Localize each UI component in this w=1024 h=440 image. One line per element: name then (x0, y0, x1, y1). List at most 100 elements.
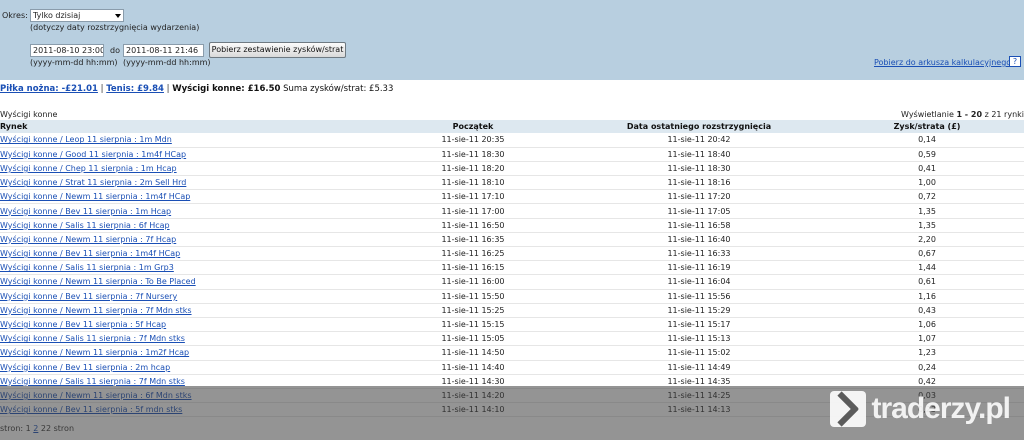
total-value: £5.33 (369, 84, 394, 94)
profit-loss-cell: 0,61 (830, 274, 1024, 290)
market-cell: Wyścigi konne / Leop 11 sierpnia : 1m Md… (0, 133, 378, 148)
table-row: Wyścigi konne / Good 11 sierpnia : 1m4f … (0, 147, 1024, 162)
market-link[interactable]: Wyścigi konne / Salis 11 sierpnia : 7f M… (0, 377, 185, 386)
start-cell: 11-sie-11 15:25 (378, 303, 568, 318)
settled-cell: 11-sie-11 18:40 (568, 147, 830, 162)
results-count: Wyświetlanie 1 - 20 z 21 rynki (901, 110, 1024, 119)
market-link[interactable]: Wyścigi konne / Bev 11 sierpnia : 1m4f H… (0, 249, 180, 258)
profit-loss-cell: 0,42 (830, 374, 1024, 389)
help-icon[interactable]: ? (1009, 56, 1021, 67)
start-cell: 11-sie-11 18:20 (378, 161, 568, 177)
filter-panel: Okres: Tylko dzisiaj (dotyczy daty rozst… (0, 0, 1024, 80)
market-cell: Wyścigi konne / Newm 11 sierpnia : 7f Hc… (0, 232, 378, 248)
start-cell: 11-sie-11 14:20 (378, 388, 568, 404)
separator: | (166, 84, 170, 94)
profit-loss-cell: 1,06 (830, 317, 1024, 333)
date-from-format: (yyyy-mm-dd hh:mm) (30, 58, 118, 67)
settled-cell: 11-sie-11 16:58 (568, 218, 830, 233)
column-header-pl[interactable]: Zysk/strata (£) (830, 120, 1024, 133)
settled-cell: 11-sie-11 14:49 (568, 360, 830, 375)
market-link[interactable]: Wyścigi konne / Salis 11 sierpnia : 1m G… (0, 263, 174, 272)
football-link[interactable]: Piłka nożna: -£21.01 (0, 84, 98, 94)
table-row: Wyścigi konne / Salis 11 sierpnia : 1m G… (0, 260, 1024, 276)
market-link[interactable]: Wyścigi konne / Bev 11 sierpnia : 1m Hca… (0, 207, 171, 216)
profit-loss-cell: 0,23 (830, 402, 1024, 418)
market-link[interactable]: Wyścigi konne / Salis 11 sierpnia : 7f M… (0, 334, 185, 343)
profit-loss-cell: 0,43 (830, 303, 1024, 318)
market-link[interactable]: Wyścigi konne / Bev 11 sierpnia : 2m hca… (0, 363, 170, 372)
date-to-input[interactable]: 2011-08-11 21:46 (123, 44, 204, 57)
settled-cell: 11-sie-11 15:02 (568, 345, 830, 361)
market-cell: Wyścigi konne / Bev 11 sierpnia : 7f Nur… (0, 289, 378, 304)
period-select[interactable]: Tylko dzisiaj (30, 9, 124, 22)
to-label: do (110, 46, 120, 55)
export-spreadsheet-link[interactable]: Pobierz do arkusza kalkulacyjnego (874, 58, 1011, 67)
market-link[interactable]: Wyścigi konne / Newm 11 sierpnia : 1m4f … (0, 192, 190, 201)
table-row: Wyścigi konne / Newm 11 sierpnia : To Be… (0, 274, 1024, 290)
start-cell: 11-sie-11 14:30 (378, 374, 568, 389)
separator: | (100, 84, 104, 94)
table-row: Wyścigi konne / Bev 11 sierpnia : 1m4f H… (0, 246, 1024, 262)
start-cell: 11-sie-11 20:35 (378, 133, 568, 148)
market-link[interactable]: Wyścigi konne / Salis 11 sierpnia : 6f H… (0, 221, 170, 230)
date-from-input[interactable]: 2011-08-10 23:00 (30, 44, 104, 57)
profit-loss-cell: 1,35 (830, 203, 1024, 219)
tennis-link[interactable]: Tenis: £9.84 (106, 84, 164, 94)
table-row: Wyścigi konne / Bev 11 sierpnia : 2m hca… (0, 360, 1024, 375)
pagination: stron: 1 2 22 stron (0, 424, 74, 433)
profit-loss-cell: 0,24 (830, 360, 1024, 375)
results-count-range: 1 - 20 (956, 110, 983, 119)
start-cell: 11-sie-11 16:00 (378, 274, 568, 290)
column-header-settled[interactable]: Data ostatniego rozstrzygnięcia (568, 120, 830, 133)
total-label: Suma zysków/strat: (283, 84, 367, 94)
market-cell: Wyścigi konne / Newm 11 sierpnia : 1m4f … (0, 189, 378, 205)
start-cell: 11-sie-11 16:25 (378, 246, 568, 262)
market-link[interactable]: Wyścigi konne / Bev 11 sierpnia : 5f Hca… (0, 320, 166, 329)
table-row: Wyścigi konne / Leop 11 sierpnia : 1m Md… (0, 133, 1024, 148)
market-cell: Wyścigi konne / Chep 11 sierpnia : 1m Hc… (0, 161, 378, 177)
column-header-start[interactable]: Początek (378, 120, 568, 133)
market-cell: Wyścigi konne / Bev 11 sierpnia : 5f mdn… (0, 402, 378, 418)
pager-page-2[interactable]: 2 (33, 424, 38, 433)
table-row: Wyścigi konne / Bev 11 sierpnia : 7f Nur… (0, 289, 1024, 304)
start-cell: 11-sie-11 14:50 (378, 345, 568, 361)
market-link[interactable]: Wyścigi konne / Chep 11 sierpnia : 1m Hc… (0, 164, 177, 173)
start-cell: 11-sie-11 15:15 (378, 317, 568, 333)
settled-cell: 11-sie-11 18:16 (568, 175, 830, 191)
start-cell: 11-sie-11 17:10 (378, 189, 568, 205)
column-header-market[interactable]: Rynek (0, 120, 378, 133)
start-cell: 11-sie-11 15:50 (378, 289, 568, 304)
start-cell: 11-sie-11 16:35 (378, 232, 568, 248)
market-link[interactable]: Wyścigi konne / Bev 11 sierpnia : 5f mdn… (0, 405, 182, 414)
market-cell: Wyścigi konne / Newm 11 sierpnia : To Be… (0, 274, 378, 290)
table-row: Wyścigi konne / Newm 11 sierpnia : 7f Hc… (0, 232, 1024, 248)
market-link[interactable]: Wyścigi konne / Newm 11 sierpnia : To Be… (0, 277, 196, 286)
settled-cell: 11-sie-11 16:40 (568, 232, 830, 248)
table-row: Wyścigi konne / Salis 11 sierpnia : 7f M… (0, 374, 1024, 389)
settled-cell: 11-sie-11 17:20 (568, 189, 830, 205)
period-select-value: Tylko dzisiaj (33, 11, 81, 20)
market-link[interactable]: Wyścigi konne / Newm 11 sierpnia : 1m2f … (0, 348, 189, 357)
market-link[interactable]: Wyścigi konne / Strat 11 sierpnia : 2m S… (0, 178, 186, 187)
profit-loss-cell: 0,14 (830, 133, 1024, 148)
market-link[interactable]: Wyścigi konne / Bev 11 sierpnia : 7f Nur… (0, 292, 177, 301)
results-count-suffix: z 21 rynki (984, 110, 1024, 119)
table-row: Wyścigi konne / Newm 11 sierpnia : 1m2f … (0, 345, 1024, 361)
market-link[interactable]: Wyścigi konne / Leop 11 sierpnia : 1m Md… (0, 135, 172, 144)
start-cell: 11-sie-11 14:40 (378, 360, 568, 375)
market-cell: Wyścigi konne / Bev 11 sierpnia : 1m4f H… (0, 246, 378, 262)
market-link[interactable]: Wyścigi konne / Newm 11 sierpnia : 6f Md… (0, 391, 192, 400)
market-link[interactable]: Wyścigi konne / Newm 11 sierpnia : 7f Hc… (0, 235, 176, 244)
profit-loss-cell: 0,03 (830, 388, 1024, 404)
market-link[interactable]: Wyścigi konne / Good 11 sierpnia : 1m4f … (0, 150, 186, 159)
profit-loss-cell: 1,07 (830, 331, 1024, 347)
profit-loss-cell: 1,23 (830, 345, 1024, 361)
table-row: Wyścigi konne / Bev 11 sierpnia : 5f Hca… (0, 317, 1024, 333)
get-report-button[interactable]: Pobierz zestawienie zysków/strat (209, 42, 346, 58)
table-row: Wyścigi konne / Chep 11 sierpnia : 1m Hc… (0, 161, 1024, 177)
market-cell: Wyścigi konne / Newm 11 sierpnia : 7f Md… (0, 303, 378, 318)
racing-total: Wyścigi konne: £16.50 (172, 84, 281, 94)
market-link[interactable]: Wyścigi konne / Newm 11 sierpnia : 7f Md… (0, 306, 192, 315)
market-cell: Wyścigi konne / Good 11 sierpnia : 1m4f … (0, 147, 378, 162)
market-cell: Wyścigi konne / Bev 11 sierpnia : 2m hca… (0, 360, 378, 375)
